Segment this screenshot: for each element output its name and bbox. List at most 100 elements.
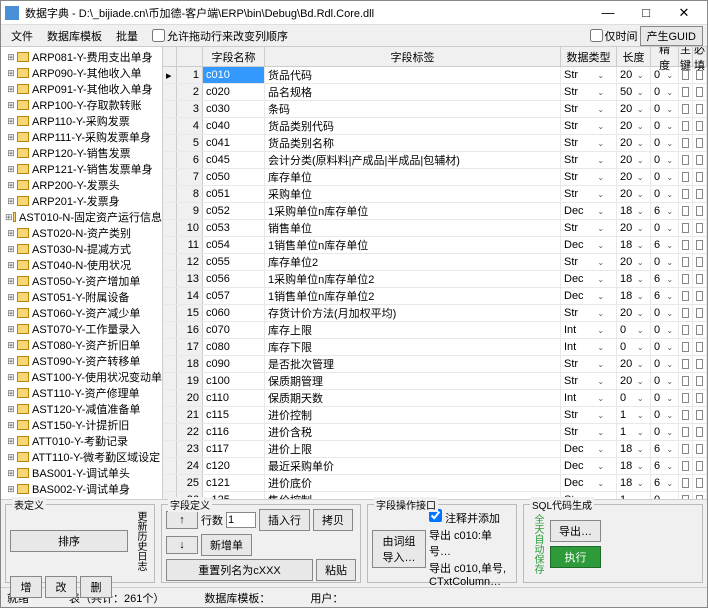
- col-rowselect[interactable]: [163, 47, 177, 66]
- tree-node[interactable]: ⊞AST120-Y-减值准备单: [1, 401, 162, 417]
- tree-node[interactable]: ⊞AST100-Y-使用状况变动单: [1, 369, 162, 385]
- close-button[interactable]: ✕: [665, 2, 703, 24]
- grid-row[interactable]: 23c117进价上限Dec⌄18⌄6⌄: [163, 441, 707, 458]
- grid-row[interactable]: 8c051采购单位Str⌄20⌄0⌄: [163, 186, 707, 203]
- grid-row[interactable]: 3c030条码Str⌄20⌄0⌄: [163, 101, 707, 118]
- grid-row[interactable]: 12c055库存单位2Str⌄20⌄0⌄: [163, 254, 707, 271]
- gen-guid-button[interactable]: 产生GUID: [640, 26, 704, 46]
- menu-file[interactable]: 文件: [5, 26, 39, 46]
- execute-button[interactable]: 执行: [550, 546, 601, 568]
- tree-node[interactable]: ⊞AST060-Y-资产减少单: [1, 305, 162, 321]
- grid-body[interactable]: ▸1c010货品代码Str⌄20⌄0⌄2c020品名规格Str⌄50⌄0⌄3c0…: [163, 67, 707, 499]
- col-precision[interactable]: 精度: [651, 47, 679, 66]
- window-title: 数据字典 - D:\_bijiade.cn\币加德-客户端\ERP\bin\De…: [25, 5, 589, 21]
- tree-node[interactable]: ⊞ARP100-Y-存取款转账: [1, 97, 162, 113]
- export-button[interactable]: 导出…: [550, 520, 601, 542]
- tree-node[interactable]: ⊞ARP120-Y-销售发票: [1, 145, 162, 161]
- tree-node[interactable]: ⊞AST040-N-使用状况: [1, 257, 162, 273]
- tree-node[interactable]: ⊞ARP201-Y-发票身: [1, 193, 162, 209]
- panel-fielddef: 字段定义 ↑ 行数 插入行 拷贝 ↓ 新增单 重置列名为cXXX 粘贴: [161, 504, 361, 583]
- tree-node[interactable]: ⊞AST090-Y-资产转移单: [1, 353, 162, 369]
- reset-name-button[interactable]: 重置列名为cXXX: [166, 559, 313, 581]
- grid-row[interactable]: 21c115进价控制Str⌄1⌄0⌄: [163, 407, 707, 424]
- insert-row-button[interactable]: 插入行: [259, 509, 310, 531]
- grid-row[interactable]: 13c0561采购单位n库存单位2Dec⌄18⌄6⌄: [163, 271, 707, 288]
- tree-node[interactable]: ⊞AST110-Y-资产修理单: [1, 385, 162, 401]
- panel-tabledef: 表定义 排序 更新历史日志 增 改 删: [5, 504, 155, 583]
- export2-link[interactable]: 导出 c010,单号, CTxtColumn…: [429, 560, 512, 588]
- tree-node[interactable]: ⊞AST030-N-提减方式: [1, 241, 162, 257]
- byword-button[interactable]: 由词组导入…: [372, 530, 426, 568]
- tree-node[interactable]: ⊞ARP090-Y-其他收入单: [1, 65, 162, 81]
- grid-row[interactable]: 15c060存货计价方法(月加权平均)Str⌄20⌄0⌄: [163, 305, 707, 322]
- menubar: 文件 数据库模板 批量 允许拖动行来改变列顺序 仅时间 产生GUID: [1, 25, 707, 47]
- grid-row[interactable]: 24c120最近采购单价Dec⌄18⌄6⌄: [163, 458, 707, 475]
- grid-row[interactable]: 7c050库存单位Str⌄20⌄0⌄: [163, 169, 707, 186]
- grid-row[interactable]: 6c045会计分类(原料料|产成品|半成品|包辅材)Str⌄20⌄0⌄: [163, 152, 707, 169]
- grid-row[interactable]: 9c0521采购单位n库存单位Dec⌄18⌄6⌄: [163, 203, 707, 220]
- rows-input[interactable]: [226, 512, 256, 528]
- status-dbtpl: 数据库模板：: [204, 590, 270, 606]
- minimize-button[interactable]: —: [589, 2, 627, 24]
- grid-row[interactable]: 20c110保质期天数Int⌄0⌄0⌄: [163, 390, 707, 407]
- col-req[interactable]: 必填: [693, 47, 707, 66]
- tree-node[interactable]: ⊞ARP081-Y-费用支出单身: [1, 49, 162, 65]
- tree-node[interactable]: ⊞BAS002-Y-调试单身: [1, 481, 162, 497]
- grid-row[interactable]: 11c0541销售单位n库存单位Dec⌄18⌄6⌄: [163, 237, 707, 254]
- tree-node[interactable]: ⊞AST010-N-固定资产运行信息: [1, 209, 162, 225]
- panel-fieldop: 字段操作接口 由词组导入… 注释并添加 导出 c010:单号… 导出 c010,…: [367, 504, 517, 583]
- tree-node[interactable]: ⊞AST080-Y-资产折旧单: [1, 337, 162, 353]
- tree-node[interactable]: ⊞ARP200-Y-发票头: [1, 177, 162, 193]
- tree-node[interactable]: ⊞AST070-Y-工作量录入: [1, 321, 162, 337]
- panel-sqlgen: SQL代码生成 全天自动保存 导出… 执行: [523, 504, 703, 583]
- new-add-button[interactable]: 新增单: [201, 534, 252, 556]
- col-datatype[interactable]: 数据类型: [561, 47, 617, 66]
- grid-row[interactable]: 16c070库存上限Int⌄0⌄0⌄: [163, 322, 707, 339]
- grid-row[interactable]: 19c100保质期管理Str⌄20⌄0⌄: [163, 373, 707, 390]
- add-button[interactable]: 增: [10, 576, 42, 598]
- allow-drag-checkbox[interactable]: 允许拖动行来改变列顺序: [152, 28, 288, 44]
- grid-row[interactable]: 14c0571销售单位n库存单位2Dec⌄18⌄6⌄: [163, 288, 707, 305]
- del-button[interactable]: 删: [80, 576, 112, 598]
- tree-node[interactable]: ⊞AST150-Y-计提折旧: [1, 417, 162, 433]
- tree-node[interactable]: ⊞AST051-Y-附属设备: [1, 289, 162, 305]
- grid-row[interactable]: 22c116进价含税Str⌄1⌄0⌄: [163, 424, 707, 441]
- col-pk[interactable]: 主键: [679, 47, 693, 66]
- keep-time-checkbox[interactable]: 仅时间: [590, 28, 638, 44]
- tree-node[interactable]: ⊞ARP121-Y-销售发票单身: [1, 161, 162, 177]
- comment-add-checkbox[interactable]: 注释并添加: [429, 509, 512, 526]
- grid-row[interactable]: ▸1c010货品代码Str⌄20⌄0⌄: [163, 67, 707, 84]
- tree-node[interactable]: ⊞BAS001-Y-调试单头: [1, 465, 162, 481]
- data-grid: 字段名称 字段标签 数据类型 长度 精度 主键 必填 ▸1c010货品代码Str…: [163, 47, 707, 499]
- tree-node[interactable]: ⊞ATT110-Y-微考勤区域设定: [1, 449, 162, 465]
- up-button[interactable]: ↑: [166, 511, 198, 529]
- tree-node[interactable]: ⊞ARP091-Y-其他收入单身: [1, 81, 162, 97]
- grid-row[interactable]: 17c080库存下限Int⌄0⌄0⌄: [163, 339, 707, 356]
- mod-button[interactable]: 改: [45, 576, 77, 598]
- grid-row[interactable]: 25c121进价底价Dec⌄18⌄6⌄: [163, 475, 707, 492]
- tree-node[interactable]: ⊞ATT010-Y-考勤记录: [1, 433, 162, 449]
- col-length[interactable]: 长度: [617, 47, 651, 66]
- grid-row[interactable]: 4c040货品类别代码Str⌄20⌄0⌄: [163, 118, 707, 135]
- col-label[interactable]: 字段标签: [265, 47, 561, 66]
- grid-row[interactable]: 18c090是否批次管理Str⌄20⌄0⌄: [163, 356, 707, 373]
- grid-row[interactable]: 10c053销售单位Str⌄20⌄0⌄: [163, 220, 707, 237]
- update-log-button[interactable]: 更新历史日志: [131, 509, 150, 573]
- menu-dbtpl[interactable]: 数据库模板: [41, 26, 108, 46]
- grid-row[interactable]: 2c020品名规格Str⌄50⌄0⌄: [163, 84, 707, 101]
- menu-batch[interactable]: 批量: [110, 26, 144, 46]
- paste-button[interactable]: 粘贴: [316, 559, 356, 581]
- tree-node[interactable]: ⊞AST050-Y-资产增加单: [1, 273, 162, 289]
- tree-node[interactable]: ⊞ARP111-Y-采购发票单身: [1, 129, 162, 145]
- maximize-button[interactable]: □: [627, 2, 665, 24]
- col-fieldname[interactable]: 字段名称: [203, 47, 265, 66]
- down-button[interactable]: ↓: [166, 536, 198, 554]
- col-index[interactable]: [177, 47, 203, 66]
- tree-panel[interactable]: ⊞ARP081-Y-费用支出单身⊞ARP090-Y-其他收入单⊞ARP091-Y…: [1, 47, 163, 499]
- sort-button[interactable]: 排序: [10, 530, 128, 552]
- grid-row[interactable]: 5c041货品类别名称Str⌄20⌄0⌄: [163, 135, 707, 152]
- export1-link[interactable]: 导出 c010:单号…: [429, 527, 512, 559]
- tree-node[interactable]: ⊞AST020-N-资产类别: [1, 225, 162, 241]
- tree-node[interactable]: ⊞ARP110-Y-采购发票: [1, 113, 162, 129]
- copy-button[interactable]: 拷贝: [313, 509, 353, 531]
